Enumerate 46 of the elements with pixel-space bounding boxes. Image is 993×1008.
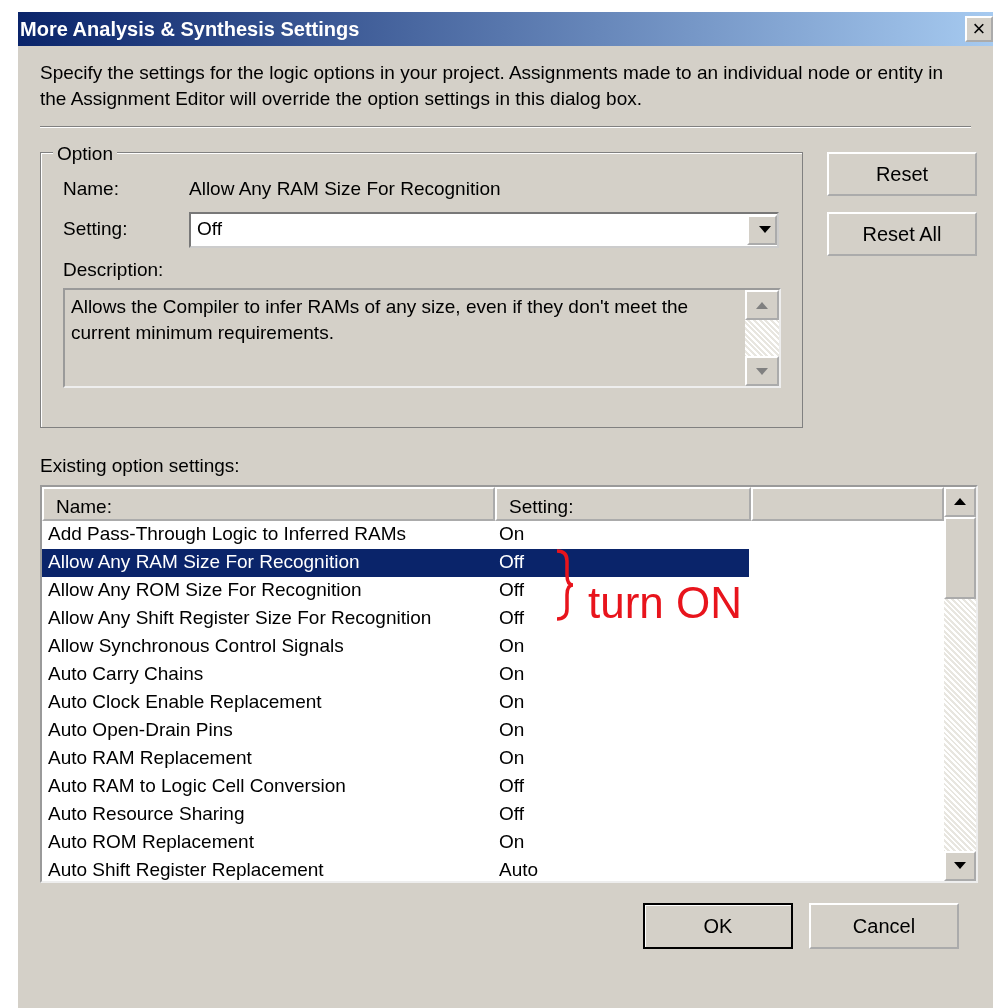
column-header[interactable]: Setting: bbox=[495, 486, 751, 521]
cancel-button[interactable]: Cancel bbox=[809, 902, 959, 949]
option-setting: On bbox=[498, 662, 525, 687]
option-name[interactable]: Auto Carry Chains bbox=[42, 660, 493, 689]
setting-label: Setting: bbox=[63, 217, 129, 242]
scroll-down-icon[interactable] bbox=[944, 850, 976, 881]
option-setting: On bbox=[498, 718, 525, 743]
name-value: Allow Any RAM Size For Recognition bbox=[189, 177, 501, 201]
option-name[interactable]: Allow Any RAM Size For Recognition bbox=[42, 548, 493, 577]
option-name[interactable]: Auto Resource Sharing bbox=[42, 800, 493, 829]
setting-dropdown[interactable]: Off bbox=[189, 211, 779, 248]
reset-button[interactable]: Reset bbox=[827, 152, 977, 196]
window-title: More Analysis & Synthesis Settings bbox=[20, 17, 360, 42]
option-name[interactable]: Allow Synchronous Control Signals bbox=[42, 632, 493, 661]
option-name[interactable]: Auto RAM Replacement bbox=[42, 744, 493, 773]
instructions-text: Specify the settings for the logic options in your project. Assignments made to an individual node or entity in the Assignment Editor will override the option settings in this dialog box. bbox=[40, 61, 944, 111]
option-name[interactable]: Auto Clock Enable Replacement bbox=[42, 688, 493, 717]
option-setting: Off bbox=[498, 774, 524, 799]
list-label: Existing option settings: bbox=[40, 454, 241, 478]
option-setting: Off bbox=[498, 606, 524, 631]
option-setting: Auto bbox=[498, 858, 539, 881]
ok-button[interactable]: OK bbox=[643, 902, 793, 949]
option-name[interactable]: Auto Shift Register Replacement bbox=[42, 856, 493, 881]
option-name[interactable]: Allow Any ROM Size For Recognition bbox=[42, 576, 493, 605]
reset-button[interactable]: Reset All bbox=[827, 212, 977, 256]
option-setting: Off bbox=[498, 802, 524, 827]
option-setting: On bbox=[498, 634, 525, 659]
annotation-text: turn ON bbox=[588, 580, 743, 625]
scrollbar-thumb[interactable] bbox=[944, 516, 976, 599]
option-name[interactable]: Auto RAM to Logic Cell Conversion bbox=[42, 772, 493, 801]
option-setting: On bbox=[498, 690, 525, 715]
option-name[interactable]: Auto ROM Replacement bbox=[42, 828, 493, 857]
option-setting: Off bbox=[498, 578, 524, 603]
column-header[interactable]: Name: bbox=[42, 486, 495, 521]
scroll-up-icon[interactable] bbox=[944, 486, 976, 517]
name-label: Name: bbox=[63, 177, 120, 201]
close-button[interactable]: × bbox=[965, 16, 993, 42]
description-label: Description: bbox=[63, 257, 165, 282]
option-setting: On bbox=[498, 746, 525, 771]
option-setting: On bbox=[498, 830, 525, 855]
option-setting: Off bbox=[498, 550, 524, 575]
description-text: Allows the Compiler to infer RAMs of any size, even if they don't meet the current minimum requirements. bbox=[70, 295, 690, 345]
option-name[interactable]: Allow Any Shift Register Size For Recognition bbox=[42, 604, 493, 633]
option-setting: On bbox=[498, 522, 525, 547]
option-name[interactable]: Auto Open-Drain Pins bbox=[42, 716, 493, 745]
option-name[interactable]: Add Pass-Through Logic to Inferred RAMs bbox=[42, 520, 493, 549]
